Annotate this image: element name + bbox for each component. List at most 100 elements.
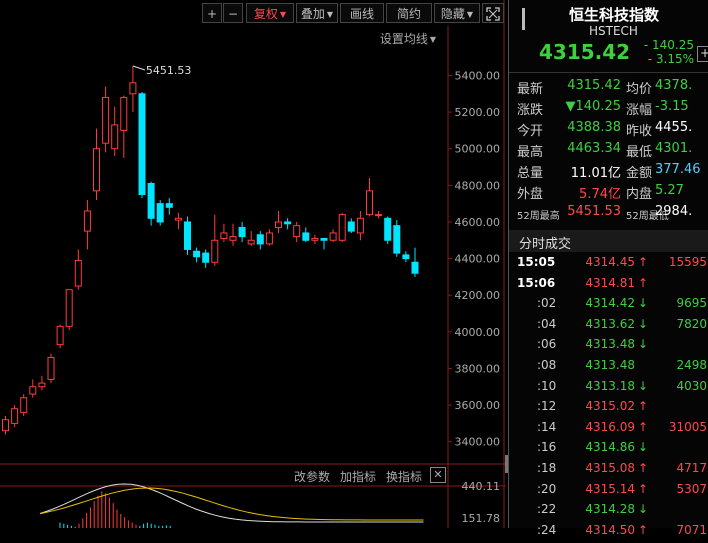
add-watchlist-button[interactable]: + <box>697 46 708 62</box>
candle-body <box>411 261 419 274</box>
candle-body <box>247 239 255 245</box>
tick-price: 4313.18 <box>585 378 635 393</box>
hide-dropdown[interactable]: 隐藏 ▼ <box>434 3 480 23</box>
tick-row: :02 4314.42 ↓ 9695 <box>509 296 708 316</box>
tick-time: :12 <box>537 399 557 414</box>
candle-body <box>265 232 273 245</box>
candle-body <box>375 214 383 217</box>
change-indicator-button[interactable]: 换指标 <box>386 468 422 485</box>
candle-body <box>347 221 355 232</box>
kline-chart-area[interactable]: 5451.53 5400.00 5200.00 5000.00 4800.00 4600… <box>0 0 506 528</box>
candle-body <box>93 148 100 192</box>
candle-body <box>174 217 182 221</box>
tick-time: :04 <box>537 316 557 331</box>
tick-price: 4313.48 <box>585 358 635 372</box>
candle-body <box>11 408 19 424</box>
y-tick-label: 3600.00 <box>455 399 501 412</box>
tick-row: :24 4314.50 ↑ 7071 <box>509 523 708 543</box>
zoom-in-button[interactable]: + <box>202 3 222 23</box>
zoom-out-button[interactable]: − <box>223 3 243 23</box>
candle-body <box>20 397 28 413</box>
quote-label: 外盘 <box>517 187 544 202</box>
adjust-label: 复权 <box>253 7 278 21</box>
sub-y-tick-label: 151.78 <box>462 512 501 525</box>
index-price: 4315.42 <box>539 40 631 64</box>
tick-row: :12 4315.02 ↑ <box>509 399 708 419</box>
arrow-down-icon: ↓ <box>638 502 649 517</box>
quote-value: 377.46 <box>655 162 701 177</box>
fullscreen-icon <box>486 7 500 21</box>
y-tick-label: 4800.00 <box>455 179 501 192</box>
draw-line-button[interactable]: 画线 <box>340 3 384 23</box>
quote-label: 52周最高 <box>517 211 560 222</box>
chart-toolbar: + − 复权 ▼ 叠加 ▼ 画线 简约 隐藏 ▼ <box>0 0 506 26</box>
tick-price: 4314.50 <box>585 522 635 537</box>
ticks-title: 分时成交 <box>519 237 572 252</box>
tick-row: :16 4314.86 ↓ <box>509 440 708 460</box>
high-marker-line <box>132 65 146 71</box>
quote-value: 2984. <box>655 204 693 219</box>
candle-body <box>293 225 301 238</box>
candle-body <box>384 217 392 241</box>
ma-setting-dropdown[interactable]: 设置均线 ▼ <box>380 30 436 47</box>
fullscreen-button[interactable] <box>482 3 504 23</box>
tick-row: :06 4313.48 ↓ <box>509 337 708 357</box>
quote-value: 4463.34 <box>567 141 621 156</box>
tick-volume: 15595 <box>668 255 707 269</box>
quote-value: 4315.42 <box>567 78 621 93</box>
candle-body <box>111 124 119 150</box>
quote-row: 总量 11.01亿 金额 377.46 <box>509 162 708 182</box>
candle-body <box>211 239 219 263</box>
quote-row: 今开 4388.38 昨收 4455. <box>509 120 708 140</box>
indicator-toolbar: 改参数 加指标 换指标 ✕ <box>0 466 506 486</box>
close-indicator-button[interactable]: ✕ <box>430 467 446 483</box>
tick-volume: 4717 <box>676 461 707 475</box>
plus-icon: + <box>699 46 708 60</box>
tick-volume: 9695 <box>676 296 707 311</box>
tick-price: 4313.62 <box>585 316 635 331</box>
quote-value: -3.15 <box>655 99 689 114</box>
candle-body <box>165 203 173 208</box>
tick-row: :04 4313.62 ↓ 7820 <box>509 317 708 337</box>
candle-body <box>229 236 237 241</box>
index-change: - 140.25 - 3.15% <box>639 38 694 66</box>
tick-price: 4314.81 <box>585 275 635 290</box>
arrow-down-icon: ↓ <box>638 296 649 311</box>
candle-body <box>302 232 310 241</box>
tick-price: 4315.02 <box>585 399 635 414</box>
candle-body <box>65 289 73 327</box>
change-params-button[interactable]: 改参数 <box>294 468 330 485</box>
y-tick-label: 3800.00 <box>455 362 501 375</box>
tick-row: 15:06 4314.81 ↑ <box>509 276 708 296</box>
collapse-panel-button[interactable] <box>509 0 537 70</box>
add-indicator-button[interactable]: 加指标 <box>340 468 376 485</box>
tick-time: :08 <box>537 358 557 372</box>
tick-time: :16 <box>537 440 557 455</box>
quote-value: 4301. <box>655 141 693 156</box>
simplify-button[interactable]: 简约 <box>386 3 432 23</box>
quote-label: 最新 <box>517 82 544 97</box>
y-tick-label: 4000.00 <box>455 326 501 339</box>
tick-row: :10 4313.18 ↓ 4030 <box>509 379 708 399</box>
y-tick-label: 4400.00 <box>455 253 501 266</box>
ma-setting-label: 设置均线 <box>379 32 428 46</box>
tick-time: :10 <box>537 378 557 393</box>
tick-row: :18 4315.08 ↑ 4717 <box>509 461 708 481</box>
chevron-down-icon: ▼ <box>429 35 436 44</box>
overlay-dropdown[interactable]: 叠加 ▼ <box>296 3 338 23</box>
candle-body <box>184 221 191 250</box>
close-icon: ✕ <box>433 468 443 481</box>
tick-row: :22 4314.28 ↓ <box>509 502 708 522</box>
candle-body <box>256 234 264 245</box>
tick-volume: 4030 <box>676 378 707 393</box>
tick-time: :20 <box>537 481 557 496</box>
adjust-dropdown[interactable]: 复权 ▼ <box>246 3 294 23</box>
quote-row: 最新 4315.42 均价 4378. <box>509 78 708 98</box>
quote-row: 外盘 5.74亿 内盘 5.27 <box>509 183 708 203</box>
quote-value: 4378. <box>655 78 693 93</box>
candle-body <box>393 225 401 254</box>
candle-body <box>220 232 228 239</box>
tick-row: :14 4316.09 ↑ 31005 <box>509 420 708 440</box>
kline-chart[interactable]: 5451.53 5400.00 5200.00 5000.00 4800.00 4600… <box>0 0 506 528</box>
tick-time: :02 <box>537 296 557 311</box>
